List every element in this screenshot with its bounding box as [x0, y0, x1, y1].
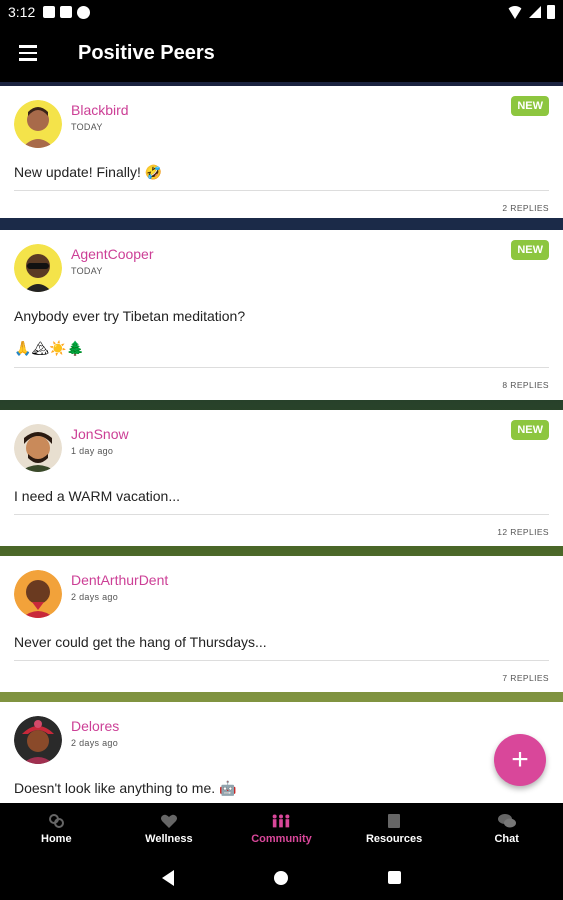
replies-count[interactable]: 2 REPLIES: [502, 203, 549, 213]
wifi-icon: [507, 5, 523, 19]
status-bar: 3:12: [0, 0, 563, 24]
nav-label: Community: [251, 833, 312, 845]
avatar: [14, 244, 62, 292]
avatar: [14, 424, 62, 472]
post-author[interactable]: Delores: [71, 718, 119, 734]
post-card[interactable]: JonSnow 1 day ago NEW I need a WARM vaca…: [0, 410, 563, 546]
divider: [14, 190, 549, 191]
post-card[interactable]: DentArthurDent 2 days ago Never could ge…: [0, 556, 563, 692]
post-timestamp: 2 days ago: [71, 738, 119, 748]
home-circle-icon[interactable]: [274, 870, 288, 885]
replies-count[interactable]: 12 REPLIES: [497, 527, 549, 537]
post-card[interactable]: Delores 2 days ago Doesn't look like any…: [0, 702, 563, 803]
nav-community[interactable]: Community: [225, 803, 338, 855]
do-not-disturb-icon: [77, 5, 91, 19]
nav-label: Home: [41, 833, 72, 845]
nav-chat[interactable]: Chat: [450, 803, 563, 855]
system-navigation-bar: [0, 855, 563, 900]
avatar: [14, 100, 62, 148]
sim-icon: [60, 5, 73, 18]
people-icon: [271, 813, 291, 829]
nav-home[interactable]: Home: [0, 803, 113, 855]
new-badge: NEW: [511, 240, 549, 260]
avatar: [14, 716, 62, 764]
post-text: New update! Finally! 🤣: [14, 164, 163, 180]
nav-wellness[interactable]: Wellness: [113, 803, 226, 855]
post-card[interactable]: Blackbird TODAY NEW New update! Finally!…: [0, 86, 563, 218]
bottom-navigation: Home Wellness Community Resources Chat: [0, 803, 563, 855]
app-title: Positive Peers: [78, 41, 215, 64]
post-text: Never could get the hang of Thursdays...: [14, 634, 267, 650]
replies-count[interactable]: 8 REPLIES: [502, 380, 549, 390]
post-text: Doesn't look like anything to me. 🤖: [14, 780, 237, 796]
hamburger-menu-icon[interactable]: [14, 24, 42, 82]
nav-resources[interactable]: Resources: [338, 803, 451, 855]
divider: [14, 514, 549, 515]
post-author[interactable]: AgentCooper: [71, 246, 154, 262]
post-card[interactable]: AgentCooper TODAY NEW Anybody ever try T…: [0, 230, 563, 400]
home-icon: [46, 813, 66, 829]
recents-icon[interactable]: [388, 871, 401, 884]
post-timestamp: 2 days ago: [71, 592, 119, 602]
heart-icon: [159, 813, 179, 829]
new-badge: NEW: [511, 96, 549, 116]
book-icon: [384, 813, 404, 829]
new-badge: NEW: [511, 420, 549, 440]
chat-bubbles-icon: [497, 813, 517, 829]
notification-icon: [43, 5, 56, 18]
nav-label: Chat: [494, 833, 519, 845]
post-emoji-line: 🙏🏔☀️🌲: [14, 340, 85, 356]
new-post-fab[interactable]: +: [494, 734, 546, 786]
post-timestamp: 1 day ago: [71, 446, 114, 456]
post-author[interactable]: DentArthurDent: [71, 572, 168, 588]
post-author[interactable]: Blackbird: [71, 102, 129, 118]
post-text: I need a WARM vacation...: [14, 488, 180, 504]
post-timestamp: TODAY: [71, 266, 103, 276]
avatar: [14, 570, 62, 618]
app-bar: Positive Peers: [0, 24, 563, 82]
back-icon[interactable]: [162, 869, 174, 886]
replies-count[interactable]: 7 REPLIES: [502, 673, 549, 683]
post-timestamp: TODAY: [71, 122, 103, 132]
post-text: Anybody ever try Tibetan meditation?: [14, 308, 246, 324]
nav-label: Resources: [365, 833, 423, 845]
divider: [14, 660, 549, 661]
system-status-icons: [507, 5, 555, 19]
post-author[interactable]: JonSnow: [71, 426, 129, 442]
nav-label: Wellness: [145, 833, 193, 845]
battery-icon: [547, 5, 555, 19]
community-feed[interactable]: Blackbird TODAY NEW New update! Finally!…: [0, 82, 563, 803]
signal-icon: [529, 6, 541, 18]
status-time: 3:12: [8, 4, 36, 20]
notification-icons: [43, 5, 91, 19]
divider: [14, 367, 549, 368]
